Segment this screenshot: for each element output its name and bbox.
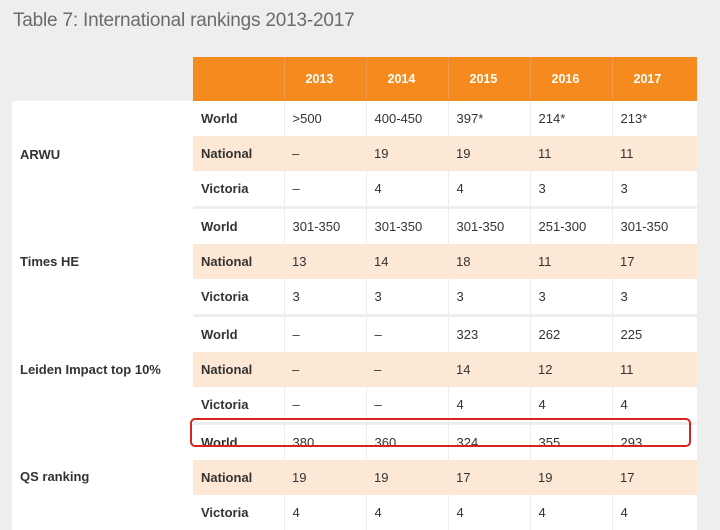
ranking-cell: 17: [612, 460, 697, 495]
ranking-cell: 17: [448, 460, 530, 495]
ranking-cell: 355: [530, 424, 612, 461]
ranking-cell: 11: [612, 352, 697, 387]
table-row: Leiden Impact top 10%World––323262225: [12, 316, 697, 353]
ranking-cell: 3: [448, 279, 530, 316]
ranking-cell: –: [284, 136, 366, 171]
institution-label: Times HE: [12, 208, 193, 316]
ranking-cell: 14: [448, 352, 530, 387]
ranking-cell: 397*: [448, 101, 530, 136]
ranking-cell: 3: [284, 279, 366, 316]
ranking-cell: 380: [284, 424, 366, 461]
ranking-cell: 262: [530, 316, 612, 353]
ranking-cell: –: [284, 352, 366, 387]
ranking-cell: –: [366, 352, 448, 387]
year-header: 2013: [284, 57, 366, 101]
ranking-cell: 13: [284, 244, 366, 279]
ranking-cell: 19: [366, 460, 448, 495]
ranking-cell: >500: [284, 101, 366, 136]
row-label: Victoria: [193, 279, 284, 316]
ranking-cell: 324: [448, 424, 530, 461]
ranking-cell: 301-350: [284, 208, 366, 245]
ranking-cell: 19: [284, 460, 366, 495]
row-label: World: [193, 208, 284, 245]
ranking-cell: 4: [448, 171, 530, 208]
year-header: 2014: [366, 57, 448, 101]
ranking-cell: 301-350: [612, 208, 697, 245]
ranking-cell: 301-350: [366, 208, 448, 245]
ranking-cell: 4: [366, 495, 448, 530]
year-header: 2016: [530, 57, 612, 101]
ranking-cell: 4: [448, 387, 530, 424]
ranking-cell: 11: [612, 136, 697, 171]
row-label: World: [193, 316, 284, 353]
row-label: Victoria: [193, 495, 284, 530]
ranking-cell: 3: [530, 171, 612, 208]
ranking-cell: 12: [530, 352, 612, 387]
ranking-cell: 3: [612, 279, 697, 316]
ranking-cell: 301-350: [448, 208, 530, 245]
ranking-cell: 3: [366, 279, 448, 316]
row-label: World: [193, 101, 284, 136]
ranking-cell: 17: [612, 244, 697, 279]
institution-label: Leiden Impact top 10%: [12, 316, 193, 424]
ranking-cell: 19: [366, 136, 448, 171]
row-label: Victoria: [193, 171, 284, 208]
header-row: 2013 2014 2015 2016 2017: [12, 57, 697, 101]
ranking-cell: –: [366, 387, 448, 424]
row-label: National: [193, 136, 284, 171]
ranking-cell: 19: [448, 136, 530, 171]
rankings-table: 2013 2014 2015 2016 2017 ARWUWorld>50040…: [12, 57, 697, 530]
header-corner: [12, 57, 193, 101]
ranking-cell: 4: [284, 495, 366, 530]
header-blank: [193, 57, 284, 101]
row-label: National: [193, 244, 284, 279]
table-title: Table 7: International rankings 2013-201…: [13, 10, 354, 32]
ranking-cell: 323: [448, 316, 530, 353]
ranking-cell: 225: [612, 316, 697, 353]
ranking-cell: 4: [530, 387, 612, 424]
table-body: ARWUWorld>500400-450397*214*213*National…: [12, 101, 697, 530]
row-label: World: [193, 424, 284, 461]
row-label: National: [193, 352, 284, 387]
ranking-cell: 4: [612, 495, 697, 530]
ranking-cell: 213*: [612, 101, 697, 136]
ranking-cell: 4: [448, 495, 530, 530]
ranking-cell: –: [284, 171, 366, 208]
ranking-cell: 4: [530, 495, 612, 530]
ranking-cell: 4: [612, 387, 697, 424]
ranking-cell: –: [366, 316, 448, 353]
ranking-cell: 14: [366, 244, 448, 279]
ranking-cell: 400-450: [366, 101, 448, 136]
ranking-cell: 3: [530, 279, 612, 316]
year-header: 2017: [612, 57, 697, 101]
ranking-cell: –: [284, 387, 366, 424]
ranking-cell: 18: [448, 244, 530, 279]
table-row: Times HEWorld301-350301-350301-350251-30…: [12, 208, 697, 245]
ranking-cell: –: [284, 316, 366, 353]
ranking-cell: 4: [366, 171, 448, 208]
ranking-cell: 11: [530, 244, 612, 279]
institution-label: ARWU: [12, 101, 193, 208]
ranking-cell: 251-300: [530, 208, 612, 245]
year-header: 2015: [448, 57, 530, 101]
ranking-cell: 3: [612, 171, 697, 208]
ranking-cell: 11: [530, 136, 612, 171]
ranking-cell: 214*: [530, 101, 612, 136]
institution-label: QS ranking: [12, 424, 193, 530]
table-row: QS rankingWorld380360324355293: [12, 424, 697, 461]
ranking-cell: 360: [366, 424, 448, 461]
table-row: ARWUWorld>500400-450397*214*213*: [12, 101, 697, 136]
ranking-cell: 19: [530, 460, 612, 495]
row-label: National: [193, 460, 284, 495]
ranking-cell: 293: [612, 424, 697, 461]
row-label: Victoria: [193, 387, 284, 424]
